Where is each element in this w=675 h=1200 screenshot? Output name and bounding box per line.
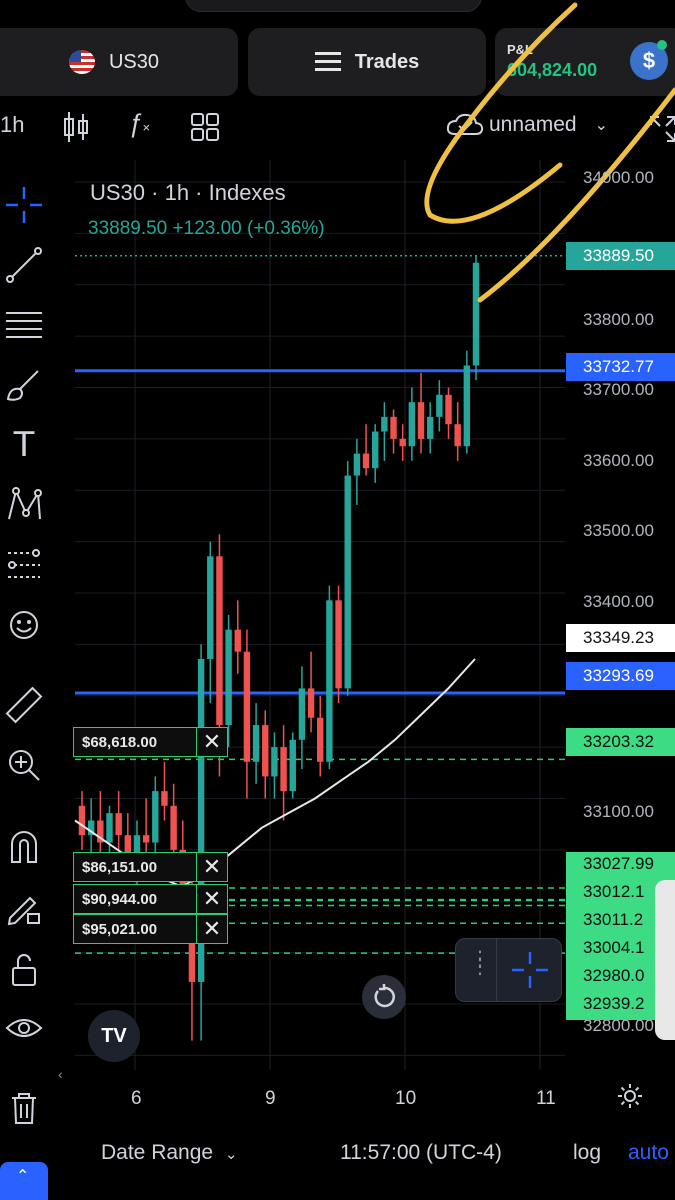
candle-body: [317, 717, 324, 762]
date-range-label: Date Range: [101, 1141, 214, 1164]
order-label[interactable]: $90,944.00 ✕: [73, 884, 228, 914]
price-tick: 33700.00: [583, 380, 654, 399]
crosshair-icon[interactable]: [510, 950, 550, 995]
level-badge[interactable]: 33732.77: [566, 353, 675, 381]
candle-body: [106, 813, 113, 843]
order-price-badge[interactable]: 33027.99: [583, 854, 654, 874]
candle-body: [252, 725, 260, 762]
candle-body: [326, 600, 333, 762]
order-price-badge[interactable]: 32980.0: [583, 966, 644, 986]
order-label[interactable]: $68,618.00 ✕: [73, 727, 228, 757]
order-amount: $90,944.00: [82, 890, 158, 908]
level-badge[interactable]: 33293.69: [566, 662, 675, 690]
order-label[interactable]: $86,151.00 ✕: [73, 852, 228, 882]
candle-body: [216, 556, 223, 726]
widget-divider: [496, 939, 497, 1001]
candle-body: [234, 629, 241, 652]
price-tick: 33100.00: [583, 802, 654, 821]
candle-body: [115, 813, 122, 836]
order-price-badge[interactable]: 33203.32: [566, 728, 675, 756]
price-tick: 33500.00: [583, 521, 654, 540]
candle-body: [152, 791, 159, 843]
candle-body: [344, 475, 351, 689]
auto-scale-toggle[interactable]: auto: [628, 1141, 669, 1165]
price-levels: [75, 255, 565, 954]
price-tick: 34000.00: [583, 168, 654, 187]
candle-body: [225, 629, 232, 726]
candle-body: [445, 394, 452, 425]
order-amount: $86,151.00: [82, 858, 158, 876]
crosshair-widget[interactable]: ⋮ ⋮: [455, 938, 562, 1002]
candle-body: [170, 805, 177, 850]
price-tick: 33400.00: [583, 592, 654, 611]
close-icon[interactable]: ✕: [196, 885, 227, 913]
log-scale-toggle[interactable]: log: [573, 1141, 601, 1165]
time-tick: 11: [536, 1088, 556, 1109]
time-tick: 10: [395, 1088, 417, 1109]
close-icon[interactable]: ✕: [196, 915, 227, 943]
candle-body: [207, 556, 214, 660]
candle-body: [289, 739, 296, 792]
side-panel-handle[interactable]: [655, 880, 675, 1040]
chart-legend-price: 33889.50 +123.00 (+0.36%): [88, 218, 325, 239]
order-label[interactable]: $95,021.00 ✕: [73, 914, 228, 944]
tradingview-logo: TV: [88, 1010, 140, 1062]
chevron-up-icon: ⌃: [16, 1168, 30, 1185]
candle-body: [262, 725, 269, 777]
candle-body: [436, 394, 443, 417]
candle-body: [372, 431, 379, 469]
scroll-left-icon[interactable]: ‹: [58, 1066, 63, 1082]
clock-label[interactable]: 11:57:00 (UTC-4): [340, 1141, 502, 1165]
expand-panel-button[interactable]: ⌃: [0, 1162, 48, 1200]
order-price-badge[interactable]: 33004.1: [583, 938, 644, 958]
candle-body: [307, 688, 315, 718]
candle-body: [353, 453, 361, 476]
chart-legend-title: US30 · 1h · Indexes: [90, 180, 286, 205]
candle-body: [408, 402, 416, 447]
candle-body: [298, 688, 306, 740]
candle-body: [399, 438, 406, 447]
candle-body: [335, 600, 342, 689]
candle-body: [472, 262, 480, 366]
crosshair-price-badge: 33349.23: [566, 624, 675, 652]
time-tick: 6: [131, 1088, 142, 1109]
annotation-loop: [424, 2, 578, 224]
close-icon[interactable]: ✕: [196, 853, 227, 881]
app-root: US30 Trades P&L 604,824.00 $ 1h ƒ× unnam…: [0, 0, 675, 1200]
drag-handle-icon[interactable]: ⋮ ⋮: [470, 949, 490, 977]
order-price-badge[interactable]: 33011.2: [583, 910, 643, 930]
candle-body: [362, 453, 370, 469]
order-price-badge[interactable]: 32939.2: [583, 994, 644, 1014]
candle-body: [381, 416, 388, 432]
price-tick: 33600.00: [583, 451, 654, 470]
order-amount: $95,021.00: [82, 920, 158, 938]
reset-view-button[interactable]: [362, 975, 406, 1019]
candle-body: [426, 416, 434, 439]
candle-body: [280, 747, 287, 792]
candle-body: [142, 835, 150, 843]
close-icon[interactable]: ✕: [196, 728, 227, 756]
candle-body: [78, 805, 86, 836]
price-tick: 33800.00: [583, 310, 654, 329]
candle-body: [417, 402, 425, 439]
order-amount: $68,618.00: [82, 733, 158, 751]
candle-body: [390, 416, 397, 439]
settings-gear-icon[interactable]: [616, 1082, 644, 1115]
candle-body: [271, 747, 278, 777]
date-range-button[interactable]: Date Range ⌄: [101, 1141, 238, 1165]
order-price-badge[interactable]: 33012.1: [583, 882, 644, 902]
candle-body: [463, 365, 471, 447]
candle-body: [243, 651, 251, 762]
candle-body: [161, 791, 168, 806]
candle-body: [454, 424, 461, 447]
chevron-down-icon: ⌄: [224, 1146, 238, 1163]
reset-icon: [374, 984, 395, 1008]
time-tick: 9: [265, 1088, 276, 1109]
last-price-badge: 33889.50: [566, 242, 675, 270]
